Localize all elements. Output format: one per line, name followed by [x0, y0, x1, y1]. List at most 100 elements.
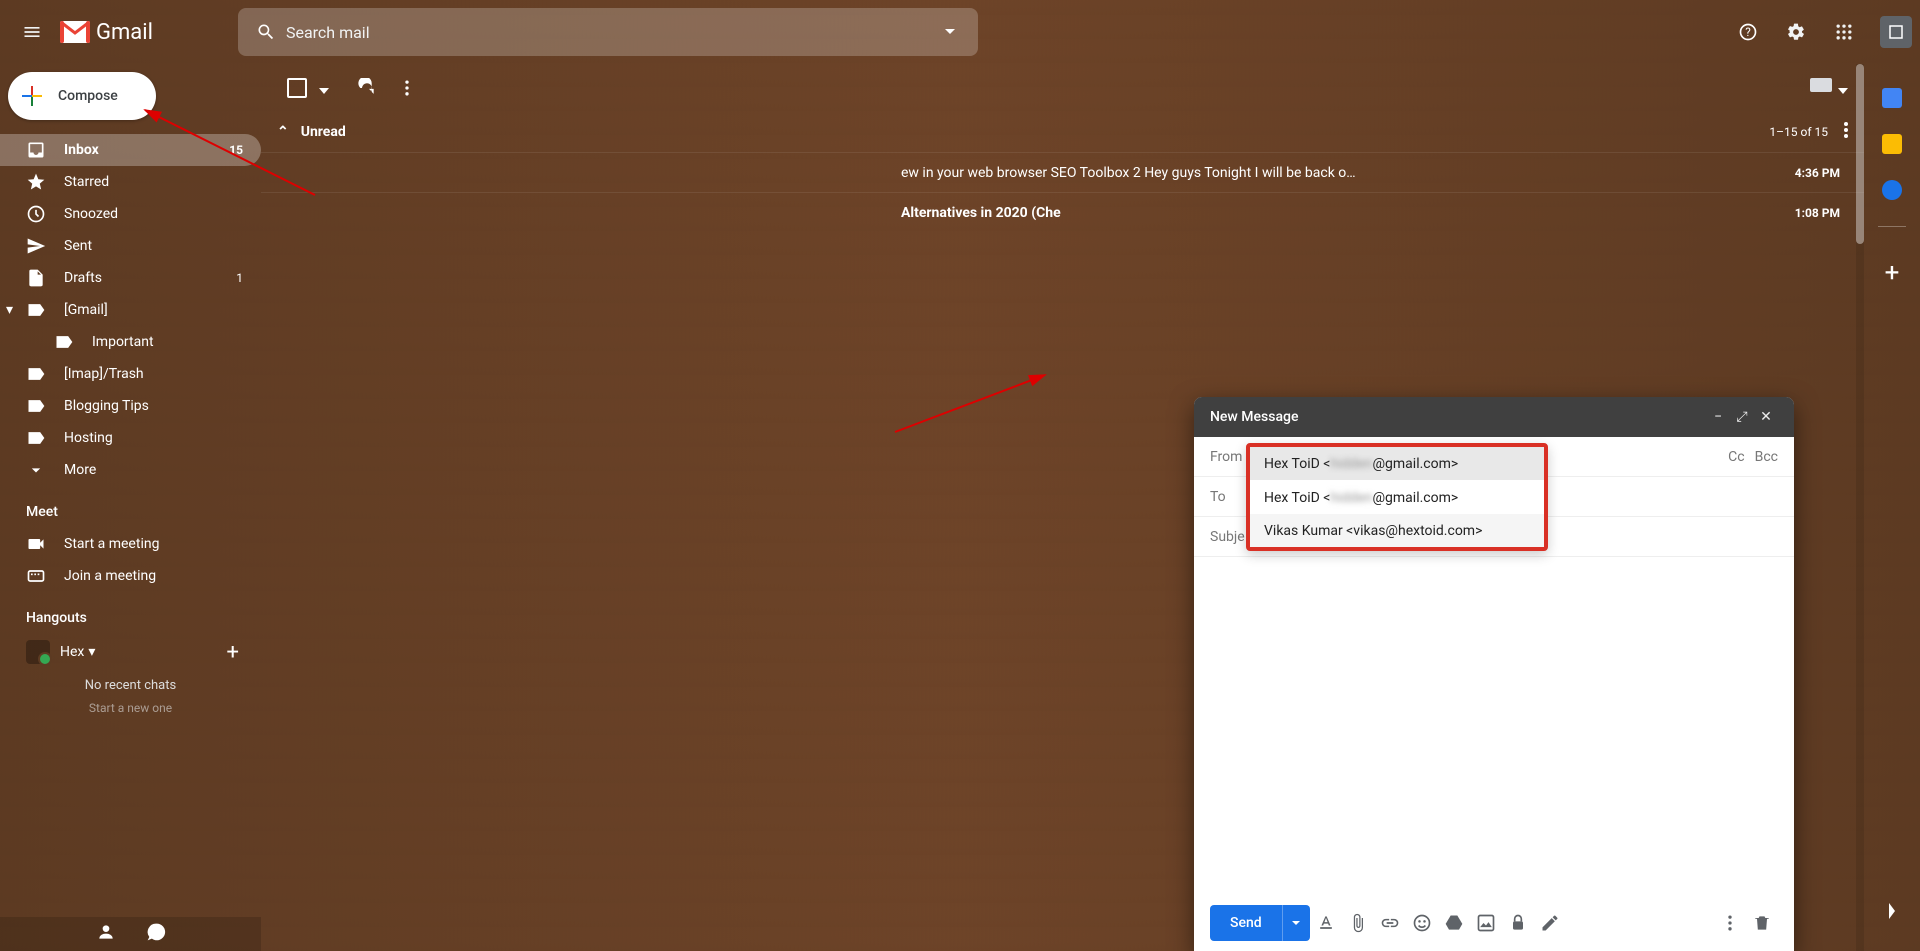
mail-row[interactable]: ew in your web browser SEO Toolbox 2 Hey…	[261, 152, 1864, 192]
drive-button[interactable]	[1438, 907, 1470, 939]
main-menu-button[interactable]	[8, 8, 56, 56]
nav-inbox[interactable]: Inbox 15	[0, 134, 261, 166]
input-tools-dropdown[interactable]	[1838, 79, 1848, 98]
apps-button[interactable]	[1824, 12, 1864, 52]
label-icon	[26, 300, 46, 320]
bcc-link[interactable]: Bcc	[1755, 449, 1778, 465]
account-avatar[interactable]	[1880, 16, 1912, 48]
tasks-addon[interactable]	[1882, 180, 1902, 200]
pen-icon	[1540, 913, 1560, 933]
start-meeting[interactable]: Start a meeting	[0, 528, 261, 560]
send-options-dropdown[interactable]	[1282, 905, 1310, 941]
from-option[interactable]: Hex ToiD <hidden@gmail.com>	[1250, 481, 1544, 514]
label-icon	[54, 332, 74, 352]
chevron-down-icon: ⌃	[277, 124, 289, 140]
keyboard-icon	[1810, 78, 1832, 94]
hangouts-empty-2: Start a new one	[0, 701, 261, 715]
nav-more[interactable]: More	[0, 454, 261, 486]
get-addons-button[interactable]: +	[1872, 253, 1912, 293]
nav-important[interactable]: Important	[0, 326, 261, 358]
text-format-icon	[1316, 913, 1336, 933]
select-dropdown[interactable]	[319, 79, 329, 98]
unread-section[interactable]: ⌃ Unread 1–15 of 15	[261, 112, 1864, 152]
from-row: From Hex ToiD <hidden@gmail.com> Cc Bcc …	[1194, 437, 1794, 477]
signature-button[interactable]	[1534, 907, 1566, 939]
search-options-dropdown[interactable]	[930, 28, 970, 36]
plus-icon	[20, 84, 44, 108]
nav-sent[interactable]: Sent	[0, 230, 261, 262]
hamburger-icon	[22, 22, 42, 42]
chevron-right-icon	[1887, 903, 1897, 919]
settings-button[interactable]	[1776, 12, 1816, 52]
calendar-addon[interactable]	[1882, 88, 1902, 108]
more-vert-icon	[1844, 122, 1848, 138]
nav-imap-trash[interactable]: [Imap]/Trash	[0, 358, 261, 390]
more-vert-icon	[397, 78, 417, 98]
photo-button[interactable]	[1470, 907, 1502, 939]
search-input[interactable]	[286, 23, 930, 42]
support-button[interactable]: ?	[1728, 12, 1768, 52]
formatting-button[interactable]	[1310, 907, 1342, 939]
trash-icon	[1752, 913, 1772, 933]
label-icon	[26, 364, 46, 384]
mail-row[interactable]: Alternatives in 2020 (Che 1:08 PM	[261, 192, 1864, 232]
from-option[interactable]: Hex ToiD <hidden@gmail.com>	[1250, 447, 1544, 480]
discard-button[interactable]	[1746, 907, 1778, 939]
join-meeting[interactable]: Join a meeting	[0, 560, 261, 592]
compose-button[interactable]: Compose	[8, 72, 156, 120]
star-icon	[26, 172, 46, 192]
main-content: ⌃ Unread 1–15 of 15 ew in your web brows…	[261, 64, 1864, 951]
confidential-button[interactable]	[1502, 907, 1534, 939]
fullscreen-button[interactable]: ⤢	[1730, 409, 1754, 425]
keep-addon[interactable]	[1882, 134, 1902, 154]
nav-blogging-tips[interactable]: Blogging Tips	[0, 390, 261, 422]
search-bar[interactable]	[238, 8, 978, 56]
send-icon	[26, 236, 46, 256]
compose-titlebar[interactable]: New Message − ⤢ ✕	[1194, 397, 1794, 437]
logo-text: Gmail	[96, 20, 153, 45]
refresh-icon	[357, 78, 377, 98]
gmail-logo[interactable]: Gmail	[60, 20, 153, 45]
new-hangout-button[interactable]: +	[227, 640, 239, 665]
side-panel: +	[1864, 64, 1920, 951]
attach-button[interactable]	[1342, 907, 1374, 939]
compose-more-button[interactable]	[1714, 907, 1746, 939]
sidebar: Compose Inbox 15 Starred Snoozed Sent Dr…	[0, 64, 261, 951]
input-tools-button[interactable]	[1810, 78, 1832, 98]
caret-down-icon: ▾	[6, 302, 13, 318]
nav-drafts[interactable]: Drafts1	[0, 262, 261, 294]
apps-icon	[1834, 22, 1854, 42]
close-button[interactable]: ✕	[1754, 409, 1778, 425]
refresh-button[interactable]	[347, 68, 387, 108]
section-menu[interactable]	[1844, 122, 1848, 142]
hangouts-empty-1: No recent chats	[0, 678, 261, 693]
nav-snoozed[interactable]: Snoozed	[0, 198, 261, 230]
hangouts-user[interactable]: Hex ▾ +	[0, 634, 261, 670]
contacts-tab[interactable]	[96, 922, 116, 946]
send-button[interactable]: Send	[1210, 905, 1282, 941]
nav-starred[interactable]: Starred	[0, 166, 261, 198]
attachment-icon	[1348, 913, 1368, 933]
caret-down-icon	[944, 28, 956, 36]
status-badge	[26, 640, 50, 664]
drive-icon	[1444, 913, 1464, 933]
emoji-button[interactable]	[1406, 907, 1438, 939]
emoji-icon	[1412, 913, 1432, 933]
collapse-panel-button[interactable]	[1872, 891, 1912, 931]
clock-icon	[26, 204, 46, 224]
minimize-button[interactable]: −	[1706, 409, 1730, 425]
cc-link[interactable]: Cc	[1728, 449, 1744, 465]
from-dropdown-menu: Hex ToiD <hidden@gmail.com> Hex ToiD <hi…	[1246, 443, 1548, 551]
select-all-checkbox[interactable]	[277, 68, 317, 108]
more-button[interactable]	[387, 68, 427, 108]
nav-gmail-folder[interactable]: ▾[Gmail]	[0, 294, 261, 326]
hangouts-tab[interactable]	[146, 922, 166, 946]
link-button[interactable]	[1374, 907, 1406, 939]
compose-label: Compose	[58, 88, 118, 104]
scrollbar[interactable]	[1856, 64, 1864, 951]
avatar-icon	[1887, 23, 1905, 41]
nav-hosting[interactable]: Hosting	[0, 422, 261, 454]
inbox-icon	[26, 140, 46, 160]
from-option[interactable]: Vikas Kumar <vikas@hextoid.com>	[1250, 514, 1544, 547]
search-icon	[246, 12, 286, 52]
